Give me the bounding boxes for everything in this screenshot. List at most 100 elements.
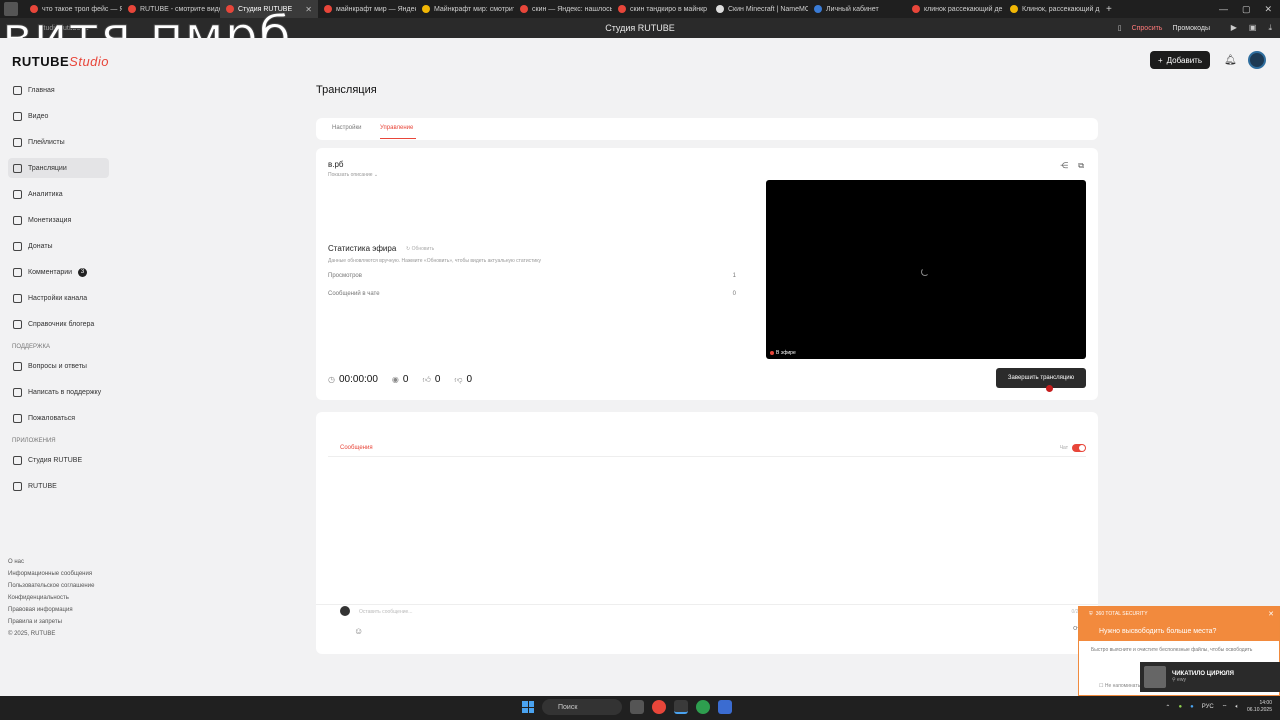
taskbar-search[interactable]: Поиск <box>542 699 622 715</box>
support-item[interactable]: Написать в поддержку <box>8 382 118 402</box>
apps-item[interactable]: Студия RUTUBE <box>8 450 118 470</box>
sidebar-item[interactable]: Комментарии 3 <box>8 262 118 282</box>
tray-app-icon-2[interactable]: ● <box>1190 704 1194 710</box>
lang-indicator[interactable]: РУС <box>1202 704 1214 710</box>
sidebar-item[interactable]: Донаты <box>8 236 118 256</box>
support-item-icon <box>13 387 22 397</box>
chat-avatar <box>340 606 350 616</box>
sidebar-item[interactable]: Справочник блогера <box>8 314 118 334</box>
footer-link[interactable]: Правовая информация <box>8 604 94 616</box>
chat-message-input[interactable]: Оставить сообщение... <box>359 609 412 615</box>
stream-video-player[interactable]: В эфире <box>766 180 1086 359</box>
sidebar-nav: Главная Видео Плейлисты Трансляции Аналитика… <box>8 80 118 334</box>
windows-start-icon[interactable] <box>522 701 534 713</box>
bookmark-icon[interactable]: ▯ <box>1118 24 1122 32</box>
tab-favicon-icon <box>324 5 332 13</box>
browser-tab[interactable]: Скин Minecraft | NameMC <box>710 0 808 18</box>
app-icon-1[interactable] <box>630 700 644 714</box>
tab-favicon-icon <box>912 5 920 13</box>
new-tab-icon[interactable]: + <box>1106 4 1112 15</box>
support-item[interactable]: Пожаловаться <box>8 408 118 428</box>
sidebar-item[interactable]: Видео <box>8 106 118 126</box>
close-icon[interactable]: ✕ <box>1268 610 1274 618</box>
sidebar-item-icon <box>13 241 22 251</box>
footer-link[interactable]: Правила и запреты <box>8 616 94 628</box>
tab-favicon-icon <box>814 5 822 13</box>
chat-tab-messages[interactable]: Сообщения <box>340 445 373 451</box>
promo-button[interactable]: Промокоды <box>1172 25 1210 32</box>
add-button[interactable]: + Добавить <box>1149 51 1210 69</box>
play-icon[interactable]: ▶ <box>1231 23 1237 33</box>
clock[interactable]: 14:00 06.10.2025 <box>1247 700 1272 714</box>
sidebar-item[interactable]: Главная <box>8 80 118 100</box>
close-tab-icon[interactable]: ✕ <box>305 5 312 14</box>
emoji-icon[interactable]: ☺ <box>354 626 363 636</box>
tray-chevron-icon[interactable]: ⌃ <box>1165 704 1170 711</box>
support-item[interactable]: Вопросы и ответы <box>8 356 118 376</box>
stream-card: в.рб Показать описание ⌄ ⋲ ⧉ Статистика … <box>316 148 1098 400</box>
volume-icon[interactable]: 🔈︎ <box>1235 704 1239 711</box>
apps-item-icon <box>13 455 22 465</box>
network-icon[interactable]: ⌔ <box>1222 703 1228 711</box>
sidebar: Главная Видео Плейлисты Трансляции Аналитика… <box>8 80 118 502</box>
maximize-icon[interactable]: ▢ <box>1242 4 1251 15</box>
antivirus-checkbox[interactable]: ☐ Не напоминать <box>1099 683 1140 689</box>
likes-value: 0 <box>434 374 441 385</box>
stats-title: Статистика эфира <box>328 244 397 253</box>
tab-label: Личный кабинет <box>826 5 879 13</box>
end-stream-button[interactable]: Завершить трансляцию <box>996 368 1086 388</box>
browser-tab[interactable]: Клинок, рассекающий д <box>1004 0 1102 18</box>
yandex-browser-icon[interactable] <box>652 700 666 714</box>
ask-button[interactable]: Спросить <box>1132 25 1163 32</box>
tray-app-icon[interactable]: ● <box>1178 704 1182 710</box>
app-icon-active[interactable] <box>674 700 688 714</box>
rutube-studio-logo[interactable]: RUTUBEStudio <box>12 54 109 69</box>
browser-tab[interactable]: Майнкрафт мир: смотрите <box>416 0 514 18</box>
sidebar-item[interactable]: Плейлисты <box>8 132 118 152</box>
support-item-label: Вопросы и ответы <box>28 362 87 370</box>
collections-icon[interactable]: ▣ <box>1249 23 1257 33</box>
taskbar-center: Поиск <box>522 699 732 715</box>
chat-toggle[interactable] <box>1072 444 1086 452</box>
bell-icon[interactable]: 🔔︎ <box>1224 55 1237 66</box>
browser-tab[interactable]: скин — Яндекс: нашлось <box>514 0 612 18</box>
tab-label: майнкрафт мир — Яндекс <box>336 5 416 13</box>
footer-link[interactable]: Пользовательское соглашение <box>8 580 94 592</box>
tab-label: Клинок, рассекающий д <box>1022 5 1100 13</box>
tab-settings[interactable]: Настройки <box>332 125 361 131</box>
apps-item[interactable]: RUTUBE <box>8 476 118 496</box>
notification-thumbnail <box>1144 666 1166 688</box>
support-item-label: Пожаловаться <box>28 414 76 422</box>
browser-tab[interactable]: скин тандкиро в майнкр <box>612 0 710 18</box>
tab-management[interactable]: Управление <box>380 125 413 131</box>
sidebar-item[interactable]: Аналитика <box>8 184 118 204</box>
browser-tab[interactable]: Личный кабинет <box>808 0 906 18</box>
header-actions: + Добавить 🔔︎ <box>1149 51 1266 69</box>
live-label: В эфире <box>776 350 796 356</box>
refresh-button[interactable]: ↻ Обновить <box>406 246 434 252</box>
sidebar-item[interactable]: Трансляции <box>8 158 109 178</box>
apps-nav: Студия RUTUBE RUTUBE <box>8 450 118 496</box>
share-icon[interactable]: ⋲ <box>1060 161 1068 171</box>
mouse-cursor-icon <box>1046 385 1053 392</box>
minimize-icon[interactable]: — <box>1219 4 1228 15</box>
antivirus-brand: 360 TOTAL SECURITY <box>1095 611 1148 617</box>
sidebar-item[interactable]: Монетизация <box>8 210 118 230</box>
sidebar-item[interactable]: Настройки канала <box>8 288 118 308</box>
browser-tab[interactable]: клинок рассекающий де <box>906 0 1004 18</box>
footer-link[interactable]: О нас <box>8 556 94 568</box>
footer-link[interactable]: Информационные сообщения <box>8 568 94 580</box>
footer-link[interactable]: Конфиденциальность <box>8 592 94 604</box>
app-icon-3[interactable] <box>696 700 710 714</box>
browser-tab[interactable]: майнкрафт мир — Яндекс <box>318 0 416 18</box>
duration-metric: ◷ 00:00:00 <box>328 374 378 385</box>
download-icon[interactable]: ⤓ <box>1268 23 1272 33</box>
show-description-link[interactable]: Показать описание ⌄ <box>328 172 378 178</box>
close-window-icon[interactable]: ✕ <box>1264 4 1272 15</box>
clock-time: 14:00 <box>1259 700 1272 706</box>
avatar[interactable] <box>1248 51 1266 69</box>
external-link-icon[interactable]: ⧉ <box>1078 161 1084 171</box>
stream-notification[interactable]: ЧИКАТИЛО ЦИРЮЛЯ ⚲ ewy <box>1140 662 1280 692</box>
app-icon-4[interactable] <box>718 700 732 714</box>
stream-name: в.рб <box>328 160 344 169</box>
